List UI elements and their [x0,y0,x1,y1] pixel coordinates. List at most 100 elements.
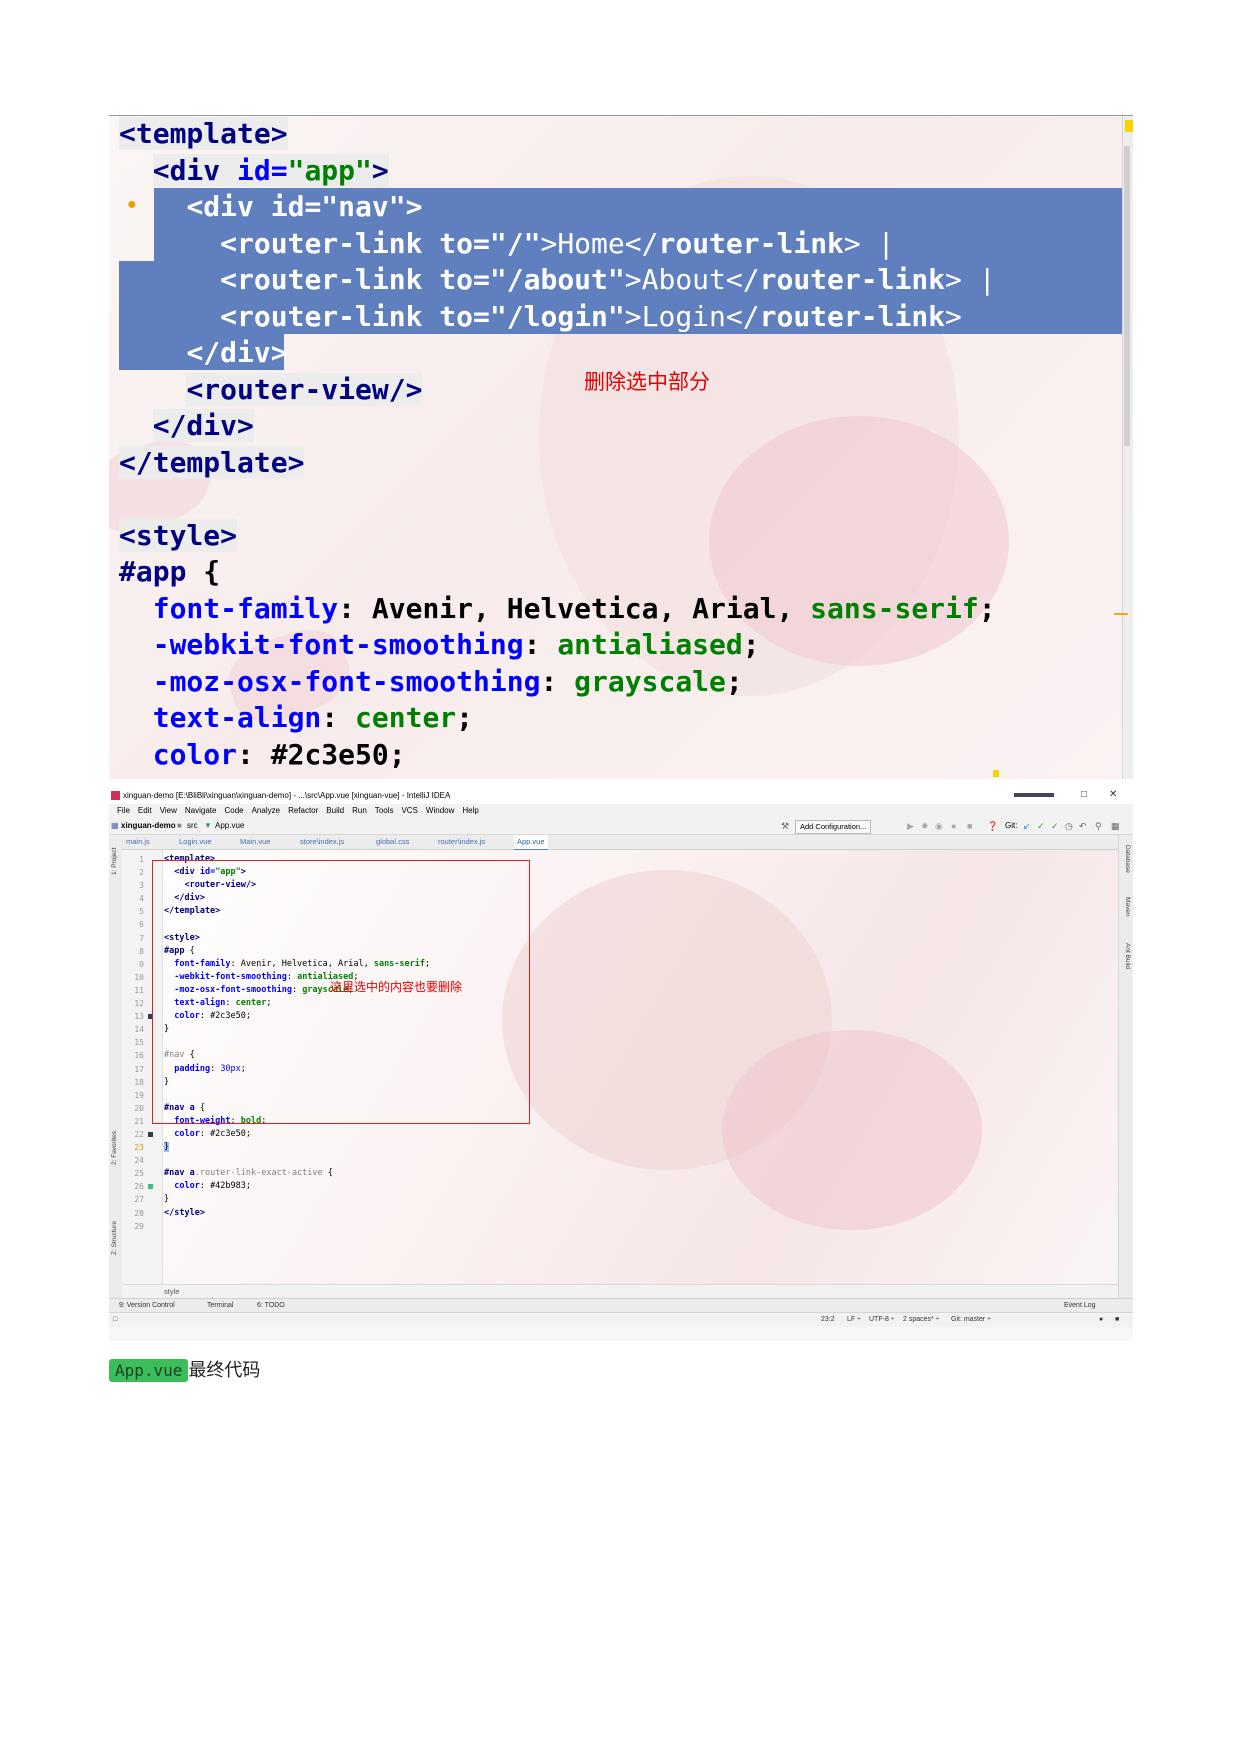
code-token: sans-serif [810,591,979,625]
close-icon[interactable]: ✕ [1109,789,1117,800]
git-push-icon[interactable]: ✓ [1051,821,1059,832]
line-number: 29 [134,1221,144,1231]
search-icon[interactable]: ⚲ [1095,821,1102,832]
zoomed-code-screenshot: ● <template> <div id="app"> <div id="nav… [109,115,1133,779]
line-number: 27 [134,1195,144,1205]
breadcrumb-project[interactable]: xinguan-demo [121,821,176,830]
menu-analyze[interactable]: Analyze [252,804,280,818]
code-token: text-align [152,701,322,734]
menu-view[interactable]: View [160,804,177,818]
code-token: color [164,1181,200,1192]
add-configuration-button[interactable]: Add Configuration... [795,820,872,834]
folder-icon: ■ [177,821,182,830]
code-token: "/login" [489,299,625,333]
build-hammer-icon[interactable]: ⚒ [781,821,789,832]
code-token: "app" [287,153,372,187]
status-encoding[interactable]: UTF-8 ÷ [869,1316,895,1323]
code-line: </template> [119,445,996,482]
code-token: <style> [119,518,238,552]
rollback-icon[interactable]: ↶ [1079,821,1087,832]
code-token: >Home</ [540,226,659,260]
tab-global-css[interactable]: global.css [376,837,409,846]
debug-icon[interactable]: ✸ [921,821,929,832]
tab-router-index[interactable]: router\index.js [438,837,485,846]
status-git-branch[interactable]: Git: master ÷ [951,1316,991,1323]
menu-edit[interactable]: Edit [138,804,152,818]
tool-database[interactable]: Database [1124,845,1131,873]
menu-window[interactable]: Window [426,804,454,818]
scrollbar-thumb[interactable] [1124,146,1130,446]
history-icon[interactable]: ◷ [1065,821,1073,832]
git-label: Git: [1005,821,1018,830]
menu-navigate[interactable]: Navigate [185,804,217,818]
menu-tools[interactable]: Tools [375,804,394,818]
git-commit-icon[interactable]: ✓ [1037,821,1045,832]
menu-file[interactable]: File [117,804,130,818]
code-token: >About</ [624,263,760,296]
window-titlebar: xinguan-demo [E:\BliBli\xinguan\xinguan-… [109,788,1133,804]
tool-favorites[interactable]: 2: Favorites [111,1131,118,1165]
notification-icon[interactable]: ■ [1115,1316,1119,1323]
status-line-separator[interactable]: LF ÷ [847,1316,861,1323]
breadcrumb-file[interactable]: App.vue [215,821,244,830]
stop-icon[interactable]: ■ [967,821,972,831]
line-number: 16 [134,1051,144,1061]
breadcrumb-src[interactable]: src [187,821,198,830]
vue-icon: ▼ [204,821,212,830]
color-swatch-icon[interactable] [148,1131,153,1137]
menu-help[interactable]: Help [462,804,478,818]
code-token: ; [456,701,474,734]
tool-ant-build[interactable]: Ant Build [1124,943,1131,969]
help-icon[interactable]: ❓ [987,821,998,832]
tool-project[interactable]: 1: Project [111,848,118,875]
editor-breadcrumb: style [122,1284,1118,1299]
color-swatch-icon[interactable] [148,1184,153,1190]
code-token: to= [422,299,490,333]
code-token: antialiased [557,628,743,661]
coverage-icon[interactable]: ◉ [935,821,943,832]
code-line: <div id="nav"> [119,189,996,226]
tab-main-js[interactable]: main.js [126,837,150,846]
code-block: <template> <div id="app"> <div id="nav">… [119,116,996,773]
status-indent[interactable]: 2 spaces* ÷ [903,1316,940,1323]
code-token: </style> [164,1207,205,1218]
line-number: 12 [134,999,144,1009]
code-line: </div> [119,335,996,372]
caption-text: 最终代码 [188,1360,261,1380]
maximize-icon[interactable]: □ [1081,789,1087,800]
tool-terminal[interactable]: Terminal [207,1302,233,1309]
line-number: 20 [134,1103,144,1113]
tool-version-control[interactable]: 9: Version Control [119,1302,175,1309]
menu-vcs[interactable]: VCS [401,804,417,818]
tab-login-vue[interactable]: Login.vue [179,837,212,846]
tool-maven[interactable]: Maven [1124,897,1131,917]
line-number: 3 [139,881,144,891]
menu-refactor[interactable]: Refactor [288,804,318,818]
tool-todo[interactable]: 6: TODO [257,1302,285,1309]
warning-marker-icon[interactable] [1125,120,1133,132]
menu-run[interactable]: Run [352,804,367,818]
breadcrumb-style[interactable]: style [164,1287,179,1296]
lock-icon[interactable]: ● [1099,1316,1103,1323]
menu-code[interactable]: Code [224,804,243,818]
git-update-icon[interactable]: ↙ [1023,821,1031,832]
tab-main-vue[interactable]: Main.vue [240,837,270,846]
warning-marker-icon[interactable] [993,770,999,777]
tab-app-vue[interactable]: App.vue [514,835,548,851]
run-icon[interactable]: ▶ [907,821,914,832]
tool-event-log[interactable]: Event Log [1064,1302,1096,1309]
code-token: : [523,628,558,661]
tool-structure[interactable]: Z: Structure [111,1221,118,1255]
profile-icon[interactable]: ● [951,821,956,831]
minimize-button[interactable] [1014,793,1054,797]
code-token: <div id="nav"> [186,190,423,223]
status-position[interactable]: 23:2 [821,1316,835,1323]
code-token: #app [119,555,187,588]
window-title: xinguan-demo [E:\BliBli\xinguan\xinguan-… [123,791,451,800]
tab-store-index[interactable]: store\index.js [300,837,344,846]
settings-icon[interactable]: ▦ [1111,821,1120,832]
code-line: </div> [119,408,996,445]
menu-build[interactable]: Build [326,804,344,818]
status-layout-icon[interactable]: □ [113,1316,117,1323]
